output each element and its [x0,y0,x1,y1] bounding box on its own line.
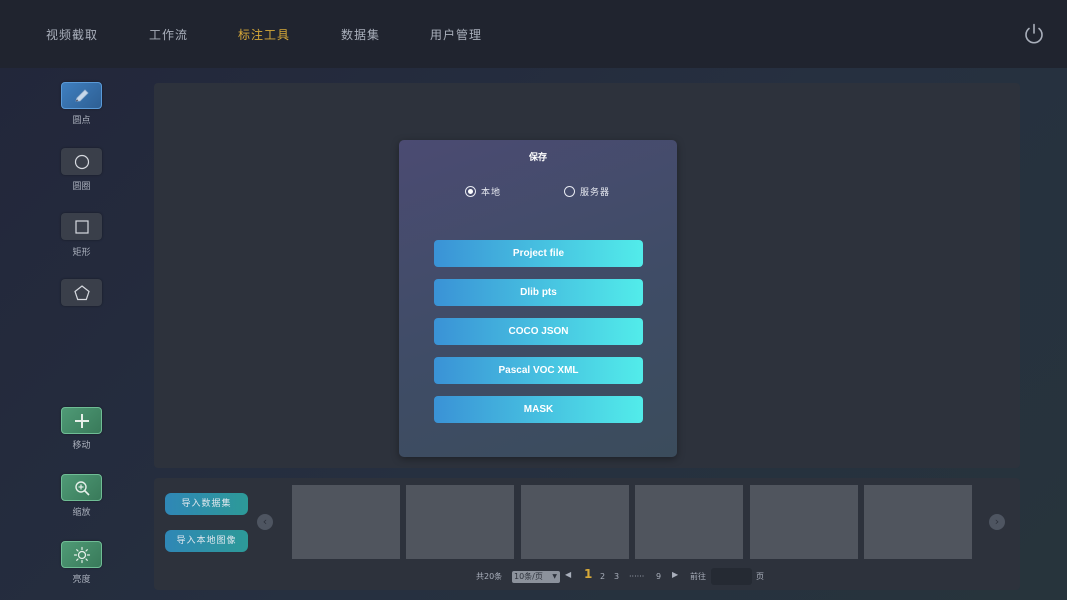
tool-polygon-button[interactable] [61,279,102,306]
page-suffix-label: 页 [756,572,764,581]
nav-item-user-management[interactable]: 用户管理 [430,26,482,43]
page-size-value: 10条/页 [514,572,543,581]
radio-local-label: 本地 [481,188,502,198]
tool-rectangle-label: 矩形 [72,248,91,258]
image-thumbnail[interactable] [864,485,972,559]
import-local-images-button[interactable]: 导入本地图像 [165,530,248,552]
tool-zoom-button[interactable] [61,474,102,501]
power-icon[interactable] [1022,22,1046,46]
page-number-last[interactable]: 9 [656,572,661,581]
export-mask-button[interactable]: MASK [434,396,643,423]
pen-icon [74,88,89,101]
export-pascal-voc-xml-button[interactable]: Pascal VOC XML [434,357,643,384]
chevron-right-icon[interactable]: › [989,514,1005,530]
brightness-icon [73,546,90,563]
image-thumbnail[interactable] [635,485,743,559]
radio-server-label: 服务器 [580,188,611,198]
tool-brightness-button[interactable] [61,541,102,568]
top-nav-bar: 视频截取 工作流 标注工具 数据集 用户管理 [0,0,1067,68]
pentagon-icon [73,284,90,300]
tool-move-button[interactable] [61,407,102,434]
circle-icon [74,154,89,169]
next-page-icon[interactable]: ▶ [672,570,678,579]
image-thumbnail[interactable] [750,485,858,559]
image-thumbnail[interactable] [406,485,514,559]
dropdown-caret-icon: ▼ [552,573,557,580]
tool-circle-label: 圆圈 [72,182,91,192]
page-number[interactable]: 3 [614,572,619,581]
tool-brightness-label: 亮度 [72,575,91,585]
nav-item-dataset[interactable]: 数据集 [341,26,380,43]
tool-rectangle-button[interactable] [61,213,102,240]
nav-item-workflow[interactable]: 工作流 [149,26,188,43]
radio-local-circle[interactable] [465,186,476,197]
image-thumbnail[interactable] [521,485,629,559]
chevron-left-icon[interactable]: ‹ [257,514,273,530]
tool-circle-button[interactable] [61,148,102,175]
tool-dot-label: 圆点 [72,116,91,126]
plus-icon [74,413,89,428]
save-dialog: 保存 本地 服务器 Project file Dlib pts COCO JSO… [399,140,677,457]
export-dlib-pts-button[interactable]: Dlib pts [434,279,643,306]
dialog-title: 保存 [528,153,547,163]
nav-item-video-capture[interactable]: 视频截取 [46,26,98,43]
radio-local[interactable]: 本地 [465,185,501,198]
page-number[interactable]: 2 [600,572,605,581]
page-size-select[interactable]: 10条/页 ▼ [512,571,560,583]
square-icon [74,219,89,234]
nav-item-annotation-tool[interactable]: 标注工具 [238,26,290,43]
image-thumbnail[interactable] [292,485,400,559]
pagination-total: 共20条 [476,572,503,581]
tool-dot-button[interactable] [61,82,102,109]
goto-label: 前往 [690,572,706,581]
image-strip-panel: 导入数据集 导入本地图像 ‹ › 共20条 10条/页 ▼ ◀ 1 2 3 ··… [154,478,1020,590]
prev-page-icon[interactable]: ◀ [565,570,571,579]
radio-server[interactable]: 服务器 [564,185,610,198]
radio-selected-dot [468,189,473,194]
import-dataset-button[interactable]: 导入数据集 [165,493,248,515]
radio-server-circle[interactable] [564,186,575,197]
export-project-file-button[interactable]: Project file [434,240,643,267]
tool-move-label: 移动 [72,441,91,451]
export-coco-json-button[interactable]: COCO JSON [434,318,643,345]
zoom-in-icon [74,480,90,496]
tool-zoom-label: 缩放 [72,508,91,518]
page-number-current[interactable]: 1 [584,567,592,581]
goto-page-input[interactable] [711,568,752,585]
page-ellipsis[interactable]: ······ [629,572,644,581]
